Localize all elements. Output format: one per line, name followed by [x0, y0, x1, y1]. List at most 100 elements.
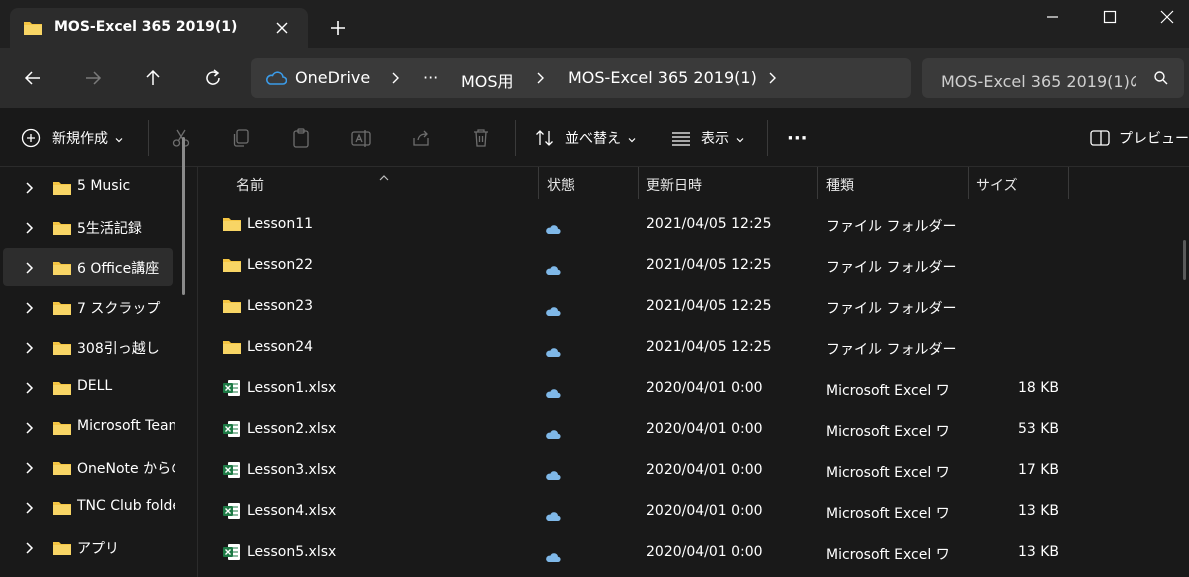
- sidebar-scrollbar[interactable]: [182, 137, 185, 295]
- search-box[interactable]: MOS-Excel 365 2019(1)の: [922, 58, 1184, 98]
- chevron-right-icon[interactable]: [24, 220, 36, 234]
- share-icon[interactable]: [410, 127, 432, 149]
- preview-button[interactable]: プレビュー: [1089, 126, 1189, 150]
- view-button[interactable]: 表示: [670, 126, 745, 150]
- preview-pane-icon: [1089, 127, 1111, 149]
- minimize-icon[interactable]: [1029, 4, 1075, 30]
- breadcrumb-mos[interactable]: MOS用: [461, 68, 514, 92]
- chevron-right-icon[interactable]: [24, 260, 36, 274]
- sidebar-item[interactable]: 5 Music: [3, 168, 173, 206]
- column-divider[interactable]: [538, 167, 539, 199]
- sidebar-item[interactable]: 6 Office講座: [3, 248, 173, 286]
- column-header-type[interactable]: 種類: [826, 167, 854, 199]
- column-divider[interactable]: [1068, 167, 1069, 199]
- folder-icon: [52, 540, 72, 560]
- chevron-right-icon[interactable]: [24, 460, 36, 474]
- file-row[interactable]: Lesson22 2021/04/05 12:25 ファイル フォルダー: [198, 246, 1178, 287]
- toolbar-divider: [767, 120, 768, 156]
- file-row[interactable]: Lesson23 2021/04/05 12:25 ファイル フォルダー: [198, 287, 1178, 328]
- address-bar[interactable]: OneDrive ··· MOS用 MOS-Excel 365 2019(1): [251, 58, 911, 98]
- close-tab-icon[interactable]: [272, 18, 292, 38]
- column-divider[interactable]: [638, 167, 639, 199]
- chevron-right-icon[interactable]: [24, 340, 36, 354]
- sidebar-item[interactable]: 5生活記録: [3, 208, 173, 246]
- file-row[interactable]: Lesson3.xlsx 2020/04/01 0:00 Microsoft Exc…: [198, 451, 1178, 492]
- file-row[interactable]: Lesson1.xlsx 2020/04/01 0:00 Microsoft Exc…: [198, 369, 1178, 410]
- search-input[interactable]: MOS-Excel 365 2019(1)の: [941, 68, 1136, 92]
- file-modified: 2021/04/05 12:25: [646, 339, 772, 355]
- file-type: Microsoft Excel ワ: [826, 424, 950, 440]
- breadcrumb-ellipsis[interactable]: ···: [423, 68, 438, 87]
- chevron-right-icon[interactable]: [766, 70, 780, 86]
- maximize-icon[interactable]: [1087, 4, 1133, 30]
- new-tab-icon[interactable]: [326, 16, 350, 40]
- file-list-scrollbar[interactable]: [1183, 240, 1186, 280]
- sidebar-item[interactable]: TNC Club folder: [3, 488, 175, 526]
- cloud-status-icon: [545, 466, 561, 485]
- chevron-right-icon[interactable]: [24, 180, 36, 194]
- column-divider[interactable]: [817, 167, 818, 199]
- file-row[interactable]: Lesson4.xlsx 2020/04/01 0:00 Microsoft Exc…: [198, 492, 1178, 533]
- chevron-right-icon[interactable]: [24, 540, 36, 554]
- sidebar-item[interactable]: アプリ: [3, 528, 173, 566]
- file-row[interactable]: Lesson5.xlsx 2020/04/01 0:00 Microsoft Exc…: [198, 533, 1178, 574]
- chevron-right-icon[interactable]: [534, 70, 548, 86]
- file-modified: 2021/04/05 12:25: [646, 298, 772, 314]
- more-options-button[interactable]: ···: [787, 126, 808, 150]
- file-modified: 2020/04/01 0:00: [646, 503, 763, 519]
- sidebar-item[interactable]: 308引っ越し: [3, 328, 173, 366]
- file-modified: 2020/04/01 0:00: [646, 544, 763, 560]
- column-header-modified[interactable]: 更新日時: [646, 167, 702, 199]
- column-header-size[interactable]: サイズ: [976, 167, 1018, 199]
- sort-button[interactable]: 並べ替え: [534, 126, 637, 150]
- chevron-right-icon[interactable]: [24, 380, 36, 394]
- file-size: 13 KB: [1017, 503, 1059, 519]
- sidebar-item[interactable]: 7 スクラップ: [3, 288, 173, 326]
- file-row[interactable]: Lesson24 2021/04/05 12:25 ファイル フォルダー: [198, 328, 1178, 369]
- file-row[interactable]: Lesson2.xlsx 2020/04/01 0:00 Microsoft Exc…: [198, 410, 1178, 451]
- excel-file-icon: [222, 501, 242, 525]
- file-type: ファイル フォルダー: [826, 301, 956, 317]
- cloud-status-icon: [545, 302, 561, 321]
- file-modified: 2020/04/01 0:00: [646, 421, 763, 437]
- breadcrumb-onedrive[interactable]: OneDrive: [295, 68, 370, 87]
- onedrive-cloud-icon: [265, 70, 288, 90]
- new-button[interactable]: 新規作成: [20, 126, 124, 150]
- forward-arrow-icon[interactable]: [80, 65, 106, 91]
- copy-icon[interactable]: [230, 127, 252, 149]
- column-header-name[interactable]: 名前: [236, 167, 264, 199]
- file-type: ファイル フォルダー: [826, 342, 956, 358]
- sidebar-item-label: DELL: [77, 378, 113, 394]
- search-icon[interactable]: [1152, 69, 1170, 87]
- folder-icon: [222, 216, 242, 236]
- sidebar-item[interactable]: DELL: [3, 368, 173, 406]
- sidebar-item[interactable]: Microsoft Teams: [3, 408, 175, 446]
- cloud-status-icon: [545, 548, 561, 567]
- cut-icon[interactable]: [170, 127, 192, 149]
- view-button-label: 表示: [701, 131, 729, 147]
- folder-icon: [52, 420, 72, 440]
- trash-icon[interactable]: [470, 127, 492, 149]
- refresh-icon[interactable]: [200, 65, 226, 91]
- chevron-right-icon[interactable]: [389, 70, 403, 86]
- chevron-right-icon[interactable]: [24, 300, 36, 314]
- chevron-right-icon[interactable]: [24, 500, 36, 514]
- chevron-right-icon[interactable]: [24, 420, 36, 434]
- tab-active[interactable]: MOS-Excel 365 2019(1): [10, 8, 308, 48]
- excel-file-icon: [222, 542, 242, 566]
- back-arrow-icon[interactable]: [20, 65, 46, 91]
- paste-icon[interactable]: [290, 127, 312, 149]
- column-divider[interactable]: [968, 167, 969, 199]
- file-list: 名前 状態 更新日時 種類 サイズ Lesson11 2021/04/05 12:…: [198, 167, 1189, 577]
- folder-icon: [52, 300, 72, 320]
- rename-icon[interactable]: [350, 127, 372, 149]
- close-window-icon[interactable]: [1143, 4, 1189, 30]
- file-row[interactable]: Lesson11 2021/04/05 12:25 ファイル フォルダー: [198, 205, 1178, 246]
- cloud-status-icon: [545, 261, 561, 280]
- sidebar-item[interactable]: OneNote からの: [3, 448, 175, 486]
- breadcrumb-current[interactable]: MOS-Excel 365 2019(1): [568, 68, 757, 87]
- plus-circle-icon: [20, 127, 42, 149]
- up-arrow-icon[interactable]: [140, 65, 166, 91]
- column-header-status[interactable]: 状態: [547, 167, 575, 199]
- file-name: Lesson1.xlsx: [247, 380, 337, 396]
